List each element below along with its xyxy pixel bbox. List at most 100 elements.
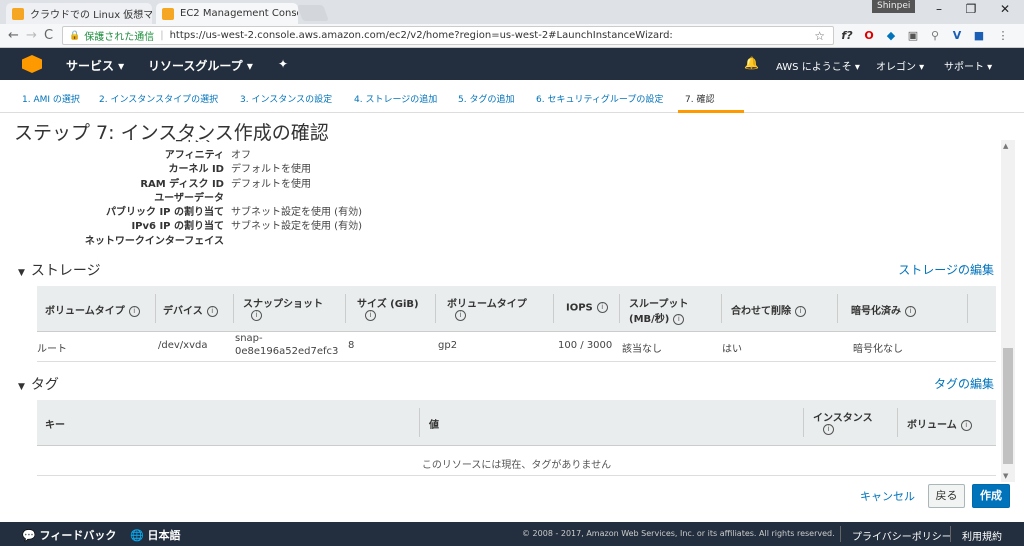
info-icon[interactable]: i: [455, 310, 466, 321]
extension-icon[interactable]: f?: [840, 29, 854, 43]
storage-section-toggle[interactable]: ▼ ストレージ: [18, 260, 101, 280]
back-icon[interactable]: ←: [8, 28, 19, 43]
info-icon[interactable]: i: [795, 305, 806, 317]
instance-detail-label: RAM ディスク ID: [140, 179, 224, 190]
feedback-link[interactable]: 💬 フィードバック: [22, 527, 116, 543]
bookmark-star-icon[interactable]: ☆: [814, 29, 825, 43]
privacy-policy-link[interactable]: プライバシーポリシー: [852, 528, 952, 543]
tab-title: クラウドでの Linux 仮想マシ: [30, 10, 152, 21]
tags-section-toggle[interactable]: ▼ タグ: [18, 374, 59, 394]
globe-icon: 🌐: [130, 529, 144, 542]
caret-down-icon: ▼: [18, 382, 25, 392]
edit-storage-link[interactable]: ストレージの編集: [898, 261, 994, 278]
caret-down-icon: ▼: [18, 268, 25, 278]
step-4-add-storage[interactable]: 4. ストレージの追加: [354, 92, 437, 105]
new-tab-button[interactable]: [297, 5, 329, 21]
profile-badge[interactable]: Shinpei: [872, 0, 916, 13]
step-7-review[interactable]: 7. 確認: [685, 92, 714, 105]
menu-icon[interactable]: ⋮: [996, 29, 1010, 43]
column-header: 暗号化済み i: [851, 302, 916, 317]
column-divider: [619, 294, 620, 323]
column-divider: [233, 294, 234, 323]
browser-tab-2[interactable]: EC2 Management Conso ✕: [156, 3, 298, 24]
column-divider: [803, 408, 804, 437]
account-menu[interactable]: AWS にようこそ ▾: [776, 58, 860, 73]
omnibox[interactable]: 🔒 保護された通信 | https://us-west-2.console.aw…: [62, 26, 834, 45]
info-icon[interactable]: i: [905, 305, 916, 317]
back-button[interactable]: 戻る: [928, 484, 965, 508]
edit-tags-link[interactable]: タグの編集: [934, 375, 994, 392]
forward-icon[interactable]: →: [26, 28, 37, 43]
instance-detail-label: パブリック IP の割り当て: [105, 207, 224, 218]
resource-groups-menu[interactable]: リソースグループ ▾: [148, 57, 253, 74]
extension-icon[interactable]: ▣: [906, 29, 920, 43]
support-menu[interactable]: サポート ▾: [944, 58, 992, 73]
info-icon[interactable]: i: [596, 302, 608, 313]
scrollbar-thumb[interactable]: [1003, 348, 1013, 464]
column-header: ボリュームタイプ: [447, 299, 527, 310]
scroll-down-icon[interactable]: ▼: [1003, 472, 1008, 480]
table-cell: 8: [348, 340, 355, 351]
speech-bubble-icon: 💬: [22, 529, 36, 542]
info-icon[interactable]: i: [206, 305, 218, 317]
step-3-configure-instance[interactable]: 3. インスタンスの設定: [240, 92, 332, 105]
launch-button[interactable]: 作成: [972, 484, 1010, 508]
column-divider: [967, 294, 968, 323]
column-divider: [419, 408, 420, 437]
bell-icon[interactable]: 🔔: [744, 56, 759, 70]
pin-icon[interactable]: ✦: [278, 57, 288, 71]
column-divider: [837, 294, 838, 323]
column-header: ボリュームタイプ i: [45, 302, 140, 317]
column-header: ボリューム i: [907, 416, 972, 431]
language-selector[interactable]: 🌐 日本語: [130, 527, 181, 543]
info-icon[interactable]: i: [960, 419, 972, 431]
reload-icon[interactable]: C: [44, 28, 53, 43]
minimize-icon[interactable]: –: [924, 2, 954, 16]
extension-icon[interactable]: V: [950, 29, 964, 43]
info-icon[interactable]: i: [673, 313, 685, 325]
step-6-security-group[interactable]: 6. セキュリティグループの設定: [536, 92, 663, 105]
instance-detail-label: ユーザーデータ: [154, 193, 224, 204]
extension-icon[interactable]: ◆: [884, 29, 898, 43]
extension-icon[interactable]: O: [862, 29, 876, 43]
column-divider: [721, 294, 722, 323]
info-icon[interactable]: i: [251, 310, 262, 321]
region-menu[interactable]: オレゴン ▾: [876, 58, 924, 73]
info-icon[interactable]: i: [365, 310, 376, 321]
table-cell: はい: [722, 344, 742, 355]
step-5-add-tags[interactable]: 5. タグの追加: [458, 92, 514, 105]
cancel-button[interactable]: キャンセル: [860, 488, 915, 504]
row-divider: [37, 475, 996, 476]
wizard-steps: 1. AMI の選択 2. インスタンスタイプの選択 3. インスタンスの設定 …: [0, 80, 1024, 113]
terms-link[interactable]: 利用規約: [962, 528, 1002, 543]
instance-detail-label: テナンシー: [12, 140, 224, 142]
scroll-up-icon[interactable]: ▲: [1003, 142, 1008, 150]
url-text[interactable]: https://us-west-2.console.aws.amazon.com…: [170, 30, 673, 41]
instance-detail-label: アフィニティ: [164, 150, 224, 161]
table-cell: 0e8e196a52ed7efc3: [235, 346, 339, 357]
info-icon[interactable]: i: [128, 305, 140, 317]
instance-detail-value: オフ: [231, 150, 251, 161]
aws-favicon-icon: [12, 7, 24, 20]
instance-detail-value: サブネット設定を使用 (有効): [231, 207, 362, 218]
extension-icon[interactable]: ⚲: [928, 29, 942, 43]
tags-heading: タグ: [30, 377, 59, 393]
close-window-icon[interactable]: ✕: [990, 2, 1020, 16]
browser-tab-1[interactable]: クラウドでの Linux 仮想マシ ✕: [6, 3, 152, 24]
tags-table-header: キー 値 インスタンス i ボリューム i: [37, 400, 996, 446]
services-menu[interactable]: サービス ▾: [66, 57, 124, 74]
extension-icon[interactable]: ■: [972, 29, 986, 43]
column-header: サイズ (GiB): [357, 299, 419, 310]
divider: [840, 526, 841, 542]
aws-logo-icon[interactable]: [22, 55, 42, 73]
step-2-instance-type[interactable]: 2. インスタンスタイプの選択: [99, 92, 218, 105]
column-header: 値: [429, 420, 439, 431]
row-divider: [37, 361, 996, 362]
copyright-text: © 2008 - 2017, Amazon Web Services, Inc.…: [522, 529, 835, 538]
info-icon[interactable]: i: [823, 424, 834, 435]
step-1-ami[interactable]: 1. AMI の選択: [22, 92, 80, 105]
instance-detail-label: カーネル ID: [168, 164, 224, 175]
storage-table-header: ボリュームタイプ i デバイス i スナップショット i サイズ (GiB) i ボ…: [37, 286, 996, 332]
divider: [950, 526, 951, 542]
restore-icon[interactable]: ❐: [956, 2, 986, 16]
